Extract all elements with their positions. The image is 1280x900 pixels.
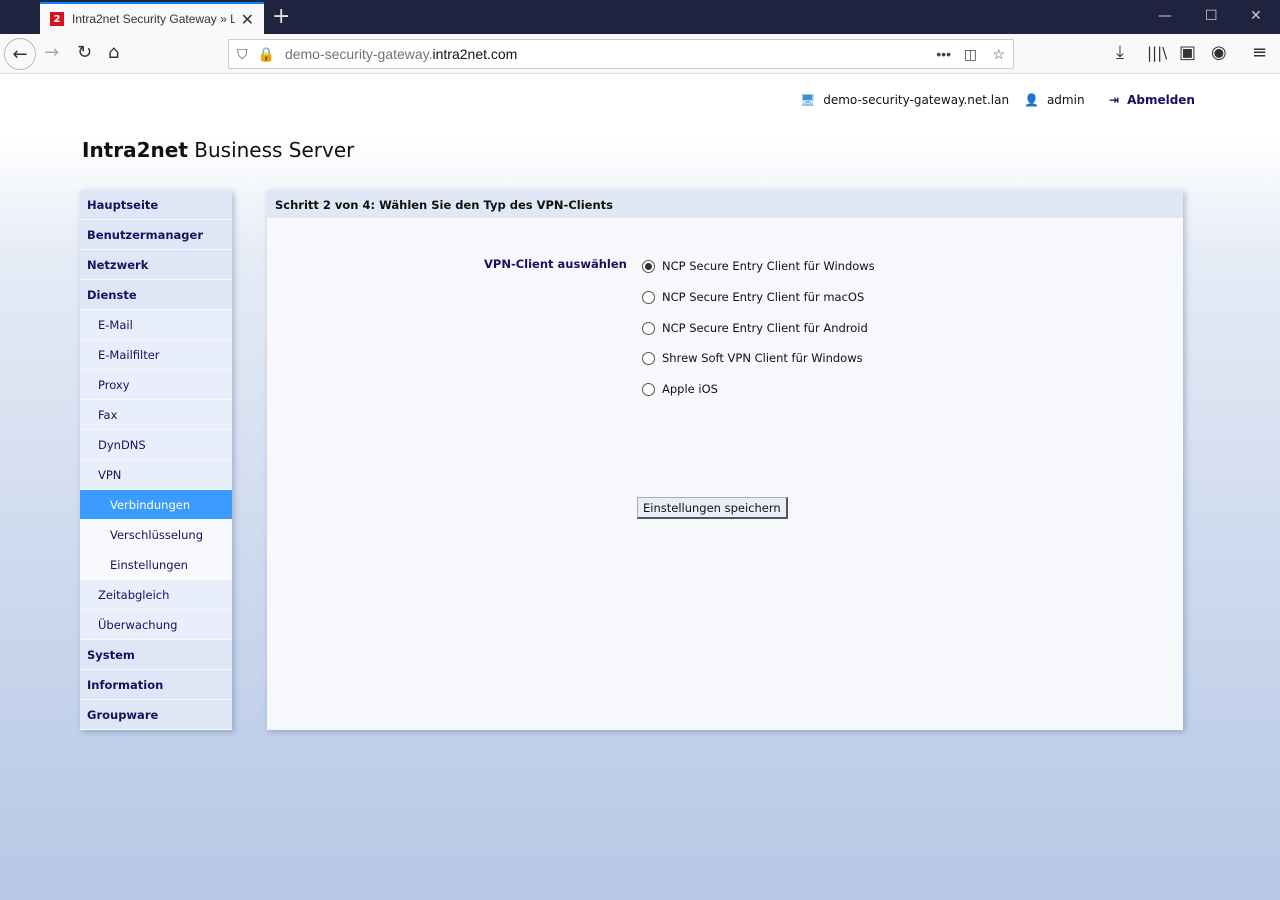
radio-button[interactable] (642, 290, 655, 304)
username: admin (1046, 93, 1085, 107)
logout-icon: ⇥ (1109, 93, 1120, 107)
browser-tab[interactable]: 2 Intra2net Security Gateway » Live ✕ (40, 2, 264, 34)
url-host: intra2net.com (432, 46, 518, 62)
more-icon[interactable]: ••• (936, 46, 951, 62)
hostname: demo-security-gateway.net.lan (823, 93, 1010, 107)
sidebar-item[interactable]: DynDNS (80, 430, 232, 460)
vpn-client-option[interactable]: NCP Secure Entry Client für macOS (642, 290, 864, 304)
vpn-client-option[interactable]: NCP Secure Entry Client für Windows (642, 259, 875, 273)
pocket-icon[interactable]: ◫ (964, 46, 977, 63)
user-info: 👤 admin (1024, 93, 1085, 107)
sidebar-item[interactable]: Fax (80, 400, 232, 430)
sidebar-item[interactable]: Groupware (80, 700, 232, 730)
radio-button[interactable] (642, 321, 655, 335)
sidebar-item[interactable]: Benutzermanager (80, 220, 232, 250)
sidebar-item[interactable]: E-Mailfilter (80, 340, 232, 370)
sidebar-item[interactable]: Proxy (80, 370, 232, 400)
sidebar-item[interactable]: E-Mail (80, 310, 232, 340)
new-tab-icon[interactable]: + (272, 4, 290, 29)
logo: Intra2net Business Server (82, 138, 355, 162)
lock-icon: 🔒 (257, 45, 275, 62)
radio-button[interactable] (642, 382, 655, 396)
home-icon[interactable]: ⌂ (108, 42, 119, 63)
reload-icon[interactable]: ↻ (77, 42, 92, 63)
radio-button[interactable] (642, 259, 655, 273)
download-icon[interactable]: ⤓ (1116, 42, 1124, 63)
page-title: Schritt 2 von 4: Wählen Sie den Typ des … (267, 190, 1183, 218)
sidebar-item[interactable]: Information (80, 670, 232, 700)
option-label: NCP Secure Entry Client für Android (662, 321, 868, 335)
sidebar-item[interactable]: Verbindungen (80, 490, 232, 520)
logout-label: Abmelden (1127, 93, 1195, 107)
sidebar-item[interactable]: VPN (80, 460, 232, 490)
hostname-info: 🖥 demo-security-gateway.net.lan (800, 93, 1009, 107)
field-label: VPN-Client auswählen (484, 257, 627, 271)
tab-title: Intra2net Security Gateway » Live (72, 12, 235, 26)
vpn-client-option[interactable]: NCP Secure Entry Client für Android (642, 321, 868, 335)
sidebar-item[interactable]: Einstellungen (80, 550, 232, 580)
favicon-icon: 2 (50, 12, 64, 26)
sidebar-item[interactable]: Verschlüsselung (80, 520, 232, 550)
url-bar[interactable]: ⛉ 🔒 demo-security-gateway. intra2net.com … (228, 39, 1014, 69)
option-label: NCP Secure Entry Client für Windows (662, 259, 875, 273)
vpn-client-option[interactable]: Shrew Soft VPN Client für Windows (642, 351, 863, 365)
close-tab-icon[interactable]: ✕ (241, 10, 254, 29)
vpn-client-option[interactable]: Apple iOS (642, 382, 718, 396)
nav-bar: ← → ↻ ⌂ ⛉ 🔒 demo-security-gateway. intra2… (0, 34, 1280, 74)
minimize-icon[interactable]: — (1158, 8, 1172, 24)
computer-icon: 🖥 (800, 93, 816, 107)
sidebar-item[interactable]: Netzwerk (80, 250, 232, 280)
sidebar-item[interactable]: Hauptseite (80, 190, 232, 220)
option-label: NCP Secure Entry Client für macOS (662, 290, 865, 304)
sidebar-item[interactable]: Zeitabgleich (80, 580, 232, 610)
bookmark-star-icon[interactable]: ☆ (992, 46, 1005, 63)
sidebar-item[interactable]: Überwachung (80, 610, 232, 640)
maximize-icon[interactable]: ☐ (1205, 8, 1218, 24)
option-label: Shrew Soft VPN Client für Windows (662, 351, 863, 365)
radio-button[interactable] (642, 351, 655, 365)
sidebar-item[interactable]: System (80, 640, 232, 670)
sidebar-item[interactable]: Dienste (80, 280, 232, 310)
menu-icon[interactable]: ≡ (1252, 42, 1267, 63)
back-icon[interactable]: ← (4, 38, 36, 70)
close-window-icon[interactable]: ✕ (1250, 8, 1262, 24)
shield-icon: ⛉ (237, 45, 248, 62)
page: 🖥 demo-security-gateway.net.lan 👤 admin … (0, 74, 1280, 900)
url-domain: demo-security-gateway. (284, 46, 433, 62)
logout-link[interactable]: ⇥ Abmelden (1109, 93, 1195, 107)
account-icon[interactable]: ◉ (1211, 42, 1227, 63)
option-label: Apple iOS (662, 382, 718, 396)
user-icon: 👤 (1024, 93, 1039, 107)
save-button[interactable]: Einstellungen speichern (637, 497, 788, 519)
main-panel: Schritt 2 von 4: Wählen Sie den Typ des … (267, 190, 1183, 730)
tab-bar: 2 Intra2net Security Gateway » Live ✕ + … (0, 0, 1280, 34)
forward-icon[interactable]: → (44, 42, 59, 63)
sidebar-icon[interactable]: ▣ (1179, 42, 1196, 63)
sidebar: Hauptseite Benutzermanager Netzwerk Dienste… (80, 190, 232, 730)
library-icon[interactable]: |||\ (1147, 44, 1167, 62)
